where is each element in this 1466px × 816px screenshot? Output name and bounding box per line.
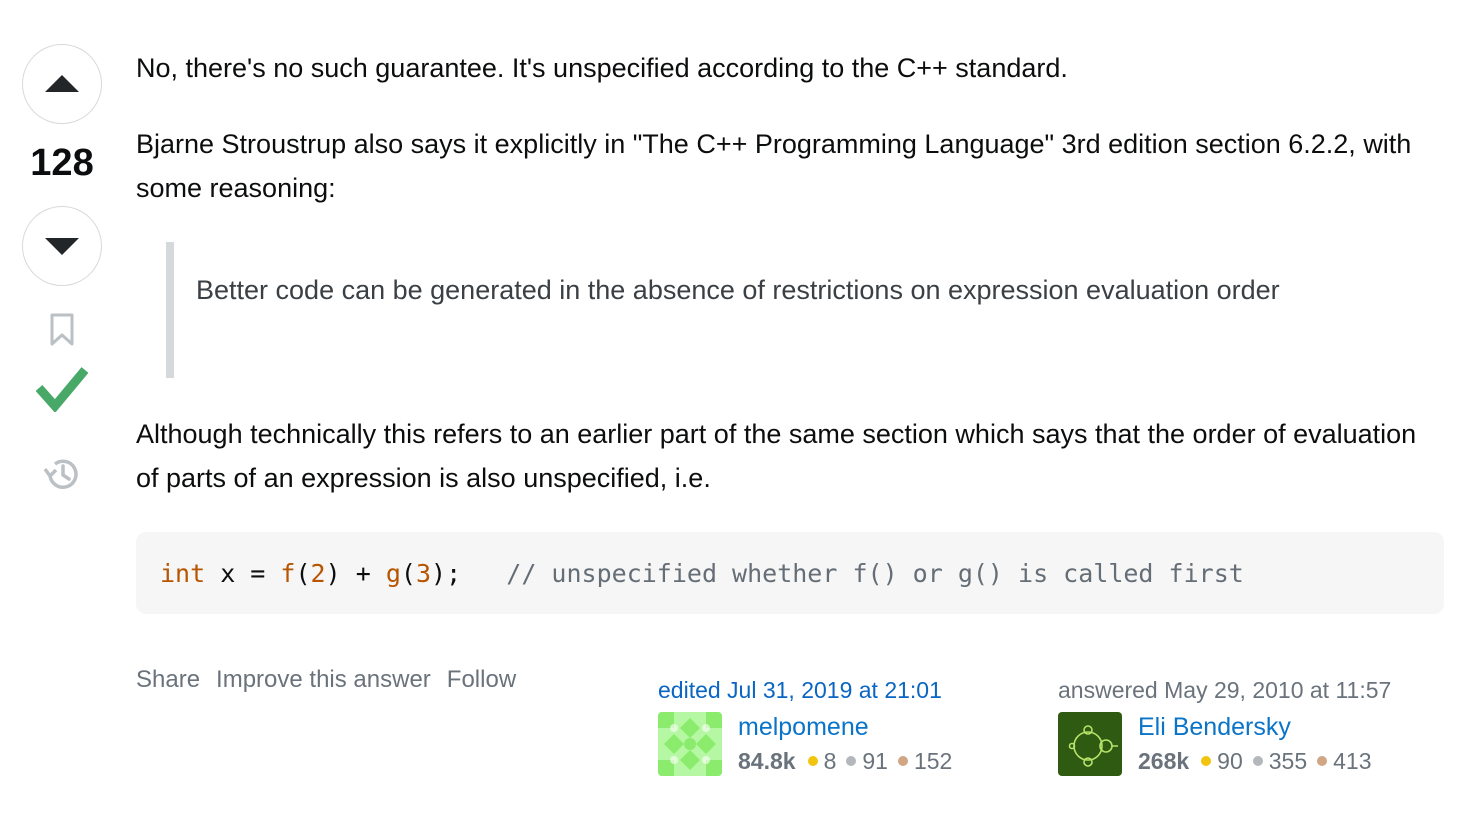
vote-count: 128 (30, 142, 94, 184)
gold-badges: 90 (1201, 746, 1243, 776)
answer-paragraph-3: Although technically this refers to an e… (136, 419, 1417, 493)
history-icon (43, 459, 78, 489)
silver-badge-icon (1252, 756, 1263, 766)
share-link[interactable]: Share (136, 666, 200, 694)
code-function-name: f (280, 558, 296, 588)
edited-timestamp-link[interactable]: edited Jul 31, 2019 at 21:01 (658, 676, 1038, 704)
code-text: ( (400, 558, 416, 588)
improve-answer-link[interactable]: Improve this answer (216, 666, 431, 694)
code-function-name: g (385, 558, 401, 588)
code-number: 3 (415, 558, 432, 588)
owner-user-link[interactable]: Eli Bendersky (1138, 712, 1382, 742)
editor-signature: edited Jul 31, 2019 at 21:01 melpomene 8… (658, 676, 1038, 776)
bookmark-icon (50, 313, 74, 346)
owner-flair: 268k 90 355 413 (1138, 746, 1382, 776)
answer-paragraph-1: No, there's no such guarantee. It's unsp… (136, 53, 1068, 83)
reputation-score: 268k (1138, 748, 1190, 774)
code-text: x = (205, 558, 281, 588)
code-number: 2 (310, 558, 326, 588)
editor-user-link[interactable]: melpomene (738, 712, 962, 742)
gold-badge-icon (807, 756, 818, 766)
bronze-badges: 152 (897, 746, 953, 776)
answered-timestamp: answered May 29, 2010 at 11:57 (1058, 677, 1392, 703)
bronze-badge-icon (1317, 756, 1328, 766)
silver-badge-count: 91 (862, 748, 888, 774)
gold-badge-icon (1201, 756, 1212, 766)
gold-badge-count: 8 (823, 748, 837, 774)
code-text: ); (431, 558, 507, 588)
downvote-button[interactable] (22, 206, 102, 286)
silver-badge-count: 355 (1268, 748, 1308, 774)
code-block: int x = f(2) + g(3); // unspecified whet… (136, 532, 1444, 614)
bronze-badge-count: 152 (913, 748, 953, 774)
bronze-badge-icon (897, 756, 908, 766)
gold-badges: 8 (807, 746, 837, 776)
accepted-answer-indicator (34, 362, 90, 414)
upvote-arrow-icon (45, 75, 79, 92)
code-text: ( (295, 558, 311, 588)
follow-link[interactable]: Follow (447, 666, 516, 694)
reputation-score: 84.8k (738, 748, 796, 774)
silver-badges: 91 (846, 746, 888, 776)
code-keyword: int (160, 558, 206, 588)
editor-flair: 84.8k 8 91 152 (738, 746, 962, 776)
answer-paragraph-2: Bjarne Stroustrup also says it explicitl… (136, 129, 1412, 203)
editor-avatar[interactable] (658, 712, 722, 776)
upvote-button[interactable] (22, 44, 102, 124)
silver-badge-icon (846, 756, 857, 766)
gold-badge-count: 90 (1217, 748, 1243, 774)
bookmark-button[interactable] (44, 310, 80, 350)
accepted-checkmark-icon (36, 367, 88, 412)
owner-avatar[interactable] (1058, 712, 1122, 776)
silver-badges: 355 (1252, 746, 1308, 776)
owner-signature: answered May 29, 2010 at 11:57 Eli Bende… (1058, 676, 1458, 776)
downvote-arrow-icon (45, 238, 79, 255)
post-menu: Share Improve this answer Follow (136, 666, 516, 694)
timeline-button[interactable] (40, 452, 84, 496)
blockquote: Better code can be generated in the abse… (166, 242, 1426, 378)
bronze-badge-count: 413 (1333, 748, 1372, 774)
bronze-badges: 413 (1317, 746, 1372, 776)
code-text: ) + (325, 558, 386, 588)
code-comment: // unspecified whether f() or g() is cal… (506, 558, 1244, 588)
